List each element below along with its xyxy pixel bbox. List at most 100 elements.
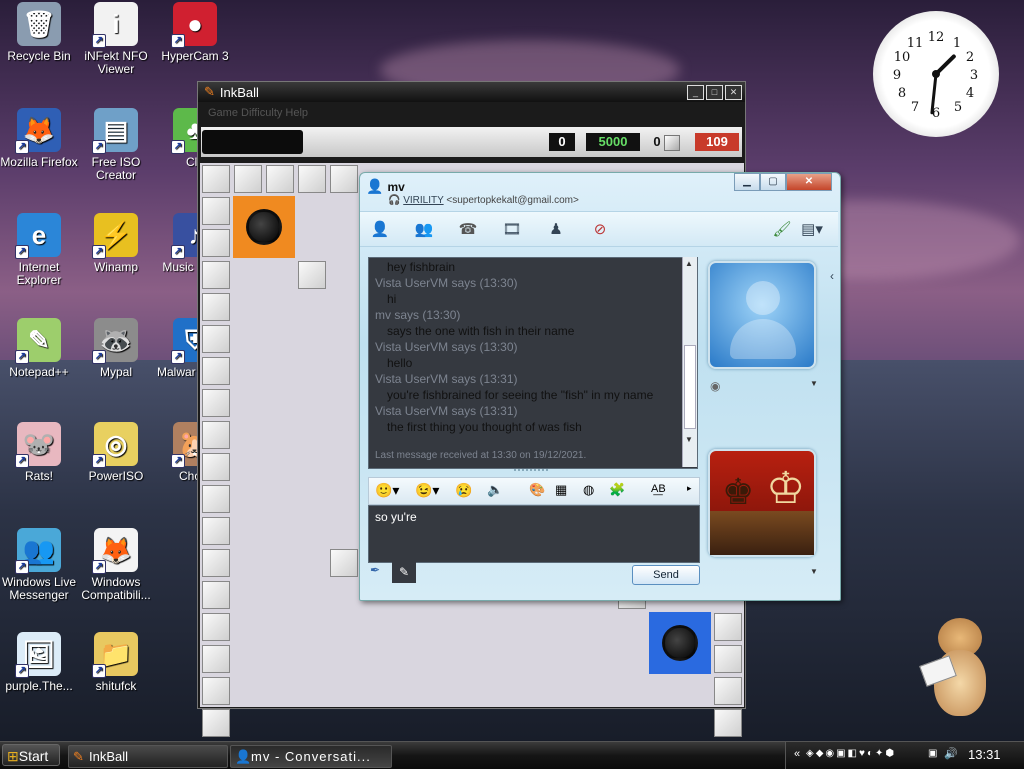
inkball-menu-bar[interactable]: Game Difficulty Help — [198, 102, 745, 124]
tray-apps-icon[interactable]: ◈◆◉▣◧♥◐✦⬢ — [806, 748, 896, 759]
ink-mode-icon[interactable]: ✎ — [392, 561, 416, 583]
font-style-icon[interactable]: A͟B — [651, 483, 666, 495]
taskbar-item-messenger[interactable]: 👤 mv - Conversati... — [230, 745, 392, 768]
message-sender-header: Vista UserVM says (13:30) — [375, 276, 518, 290]
call-icon[interactable]: ☎ — [456, 218, 480, 240]
block-contact-icon[interactable]: ⊘ — [588, 218, 612, 240]
desktop-icon-winamp[interactable]: ⚡ ↗ Winamp — [77, 213, 155, 274]
headphones-icon: 🎧 — [388, 195, 401, 206]
desktop-icon-infekt-nfo-viewer[interactable]: i ↗ iNFekt NFO Viewer — [77, 2, 155, 76]
message-history[interactable]: hey fishbrain Vista UserVM says (13:30) hi… — [368, 257, 698, 469]
tray-expand-icon[interactable]: « — [794, 748, 800, 760]
wall-tile — [202, 421, 230, 449]
last-received-note: Last message received at 13:30 on 19/12/… — [375, 450, 587, 461]
close-button[interactable]: ✕ — [786, 173, 832, 191]
wall-tile — [202, 389, 230, 417]
desktop-icon-label: iNFekt NFO Viewer — [84, 49, 148, 76]
app-glyph-icon: 🦝 ↗ — [92, 318, 138, 364]
send-file-icon[interactable]: 🧩 — [609, 482, 625, 498]
shortcut-arrow-icon: ↗ — [92, 245, 106, 259]
invite-contact-icon[interactable]: 👤 — [368, 218, 392, 240]
scroll-up-icon[interactable]: ▲ — [685, 259, 693, 268]
desktop-icon-poweriso[interactable]: ◎ ↗ PowerISO — [77, 422, 155, 483]
svg-text:4: 4 — [966, 86, 974, 101]
wall-tile — [202, 229, 230, 257]
desktop-icon-free-iso-creator[interactable]: ▤ ↗ Free ISO Creator — [77, 108, 155, 182]
start-button[interactable]: ⊞Start — [2, 744, 60, 766]
user-avatar-dropdown-icon[interactable]: ▼ — [810, 567, 818, 576]
format-toolbar: 🙂▾ 😉▾ 😢 🔈 🎨 ▦ ◍ 🧩 A͟B ▸ — [368, 477, 700, 505]
wall-tile — [202, 261, 230, 289]
desktop-icon-windows-compatibili[interactable]: 🦊 ↗ Windows Compatibili... — [77, 528, 155, 602]
scroll-down-icon[interactable]: ▼ — [685, 435, 693, 444]
shortcut-arrow-icon: ↗ — [171, 140, 185, 154]
paint-brush-icon[interactable]: 🖌 — [770, 218, 794, 240]
wink-icon[interactable]: 😉▾ — [415, 482, 439, 499]
webcam-icon[interactable]: ◉ — [710, 379, 720, 393]
desktop-icon-label: purple.The... — [5, 679, 73, 693]
inkball-title-bar[interactable]: ✎ InkBall _ □ ✕ — [198, 82, 745, 102]
gray-counter: 0 — [653, 134, 661, 149]
handwriting-mode-icon[interactable]: ✒ — [370, 563, 388, 583]
desktop-icon-mozilla-firefox[interactable]: 🦊 ↗ Mozilla Firefox — [0, 108, 78, 169]
maximize-button[interactable]: □ — [706, 84, 723, 100]
nudge-icon[interactable]: 🔈 — [487, 482, 503, 498]
shortcut-arrow-icon: ↗ — [92, 454, 106, 468]
share-files-icon[interactable]: 👥 — [412, 218, 436, 240]
desktop-icon-internet-explorer[interactable]: e ↗ Internet Explorer — [0, 213, 78, 287]
message-sender-header: Vista UserVM says (13:31) — [375, 404, 518, 418]
background-icon[interactable]: ▦ — [555, 482, 567, 498]
inkball-taskbar-icon: ✎ — [73, 749, 84, 764]
resize-grip[interactable] — [514, 469, 548, 474]
svg-text:1: 1 — [953, 36, 961, 51]
emoticon-icon[interactable]: 🙂▾ — [375, 482, 399, 499]
volume-icon[interactable]: 🔊 — [944, 747, 958, 760]
video-icon[interactable]: 🎞 — [500, 218, 524, 240]
font-icon[interactable]: 🎨 — [529, 482, 545, 498]
minimize-button[interactable]: ▁ — [734, 173, 760, 191]
status-link[interactable]: VIRILITY — [403, 195, 443, 206]
hamster-gadget[interactable] — [919, 610, 992, 720]
desktop-icon-purple-the[interactable]: 🖼 ↗ purple.The... — [0, 632, 78, 693]
maximize-button[interactable]: ▢ — [760, 173, 786, 191]
contact-avatar-dropdown-icon[interactable]: ▼ — [810, 379, 818, 388]
app-glyph-icon: e ↗ — [15, 213, 61, 259]
menu-dropdown-icon[interactable]: ▤▾ — [800, 218, 824, 240]
app-glyph-icon: i ↗ — [92, 2, 138, 48]
network-icon[interactable]: ▣ — [928, 748, 937, 759]
collapse-panel-icon[interactable]: ‹ — [830, 269, 834, 283]
shortcut-arrow-icon: ↗ — [92, 664, 106, 678]
games-icon[interactable]: ♟ — [544, 218, 568, 240]
shortcut-arrow-icon: ↗ — [92, 34, 106, 48]
history-scrollbar[interactable]: ▲ ▼ — [682, 257, 697, 467]
voice-clip-icon[interactable]: 😢 — [455, 482, 472, 499]
scrollbar-thumb[interactable] — [684, 345, 696, 429]
desktop-icon-recycle-bin[interactable]: 🗑 Recycle Bin — [0, 2, 78, 63]
desktop-icon-windows-live-messenger[interactable]: 👥 ↗ Windows Live Messenger — [0, 528, 78, 602]
taskbar-clock[interactable]: 13:31 — [968, 747, 1001, 762]
sound-icon[interactable]: ◍ — [583, 482, 594, 498]
contact-avatar[interactable] — [708, 261, 816, 369]
close-button[interactable]: ✕ — [725, 84, 742, 100]
desktop-icon-shitufck[interactable]: 📁 ↗ shitufck — [77, 632, 155, 693]
taskbar-item-inkball[interactable]: ✎ InkBall — [68, 745, 228, 768]
user-avatar[interactable]: ♚ ♔ — [708, 449, 816, 557]
message-input[interactable]: so yu're — [368, 505, 700, 563]
shortcut-arrow-icon: ↗ — [15, 454, 29, 468]
message-text: hey fishbrain — [387, 260, 456, 274]
message-text: says the one with fish in their name — [387, 324, 575, 338]
wall-tile — [330, 165, 358, 193]
minimize-button[interactable]: _ — [687, 84, 704, 100]
desktop-icon-hypercam-3[interactable]: ● ↗ HyperCam 3 — [156, 2, 234, 63]
desktop-icon-rats[interactable]: 🐭 ↗ Rats! — [0, 422, 78, 483]
wall-tile — [202, 517, 230, 545]
messenger-conversation-window[interactable]: 👤 mv 🎧 VIRILITY <supertopkekalt@gmail.co… — [359, 172, 841, 601]
desktop-icon-notepad[interactable]: ✎ ↗ Notepad++ — [0, 318, 78, 379]
app-glyph-icon: ✎ ↗ — [15, 318, 61, 364]
send-button[interactable]: Send — [632, 565, 700, 585]
desktop-icon-mypal[interactable]: 🦝 ↗ Mypal — [77, 318, 155, 379]
clock-gadget[interactable]: 12 1 2 345 678 9 10 11 — [873, 11, 999, 137]
inkball-app-icon: ✎ — [204, 84, 215, 99]
shortcut-arrow-icon: ↗ — [171, 245, 185, 259]
more-icon[interactable]: ▸ — [687, 483, 692, 494]
